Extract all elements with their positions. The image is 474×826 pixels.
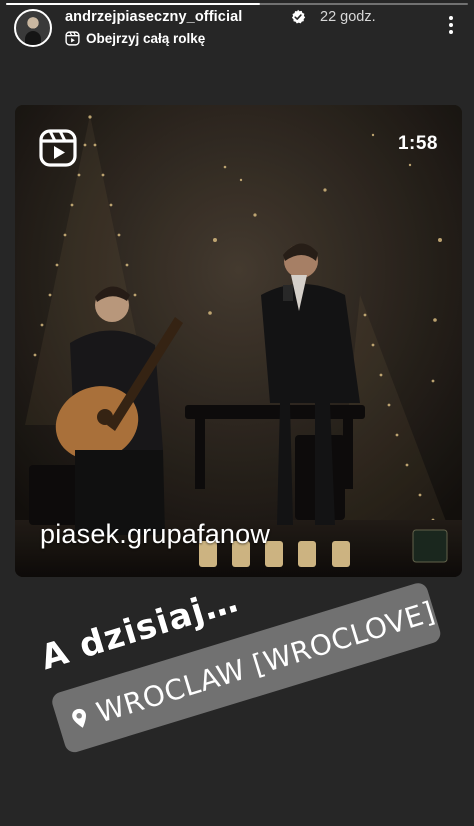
username[interactable]: andrzejpiaseczny_official [65,9,242,25]
reels-small-icon [65,31,80,46]
location-pin-icon [72,708,86,728]
post-time: 22 godz. [320,9,376,25]
video-watermark: piasek.grupafanow [40,519,271,549]
reel-preview[interactable]: 1:58 piasek.grupafanow [15,105,462,577]
location-sticker-box[interactable]: WROCLAW [WROCLOVE] [49,580,443,755]
more-options-icon[interactable] [446,16,456,40]
video-duration: 1:58 [397,133,438,154]
story-progress-bar [6,3,468,5]
verified-icon [291,9,306,24]
watch-full-reel-label: Obejrzyj całą rolkę [86,31,206,46]
reels-icon [39,129,77,167]
story-header: andrzejpiaseczny_official 22 godz. Obejr… [14,8,462,48]
reel-thumbnail-image [15,105,462,577]
location-sticker[interactable]: WROCLAW [WROCLOVE] [49,580,447,768]
story-progress-fill [6,3,261,5]
avatar[interactable] [14,9,52,47]
watch-full-reel-link[interactable]: Obejrzyj całą rolkę [65,31,205,46]
